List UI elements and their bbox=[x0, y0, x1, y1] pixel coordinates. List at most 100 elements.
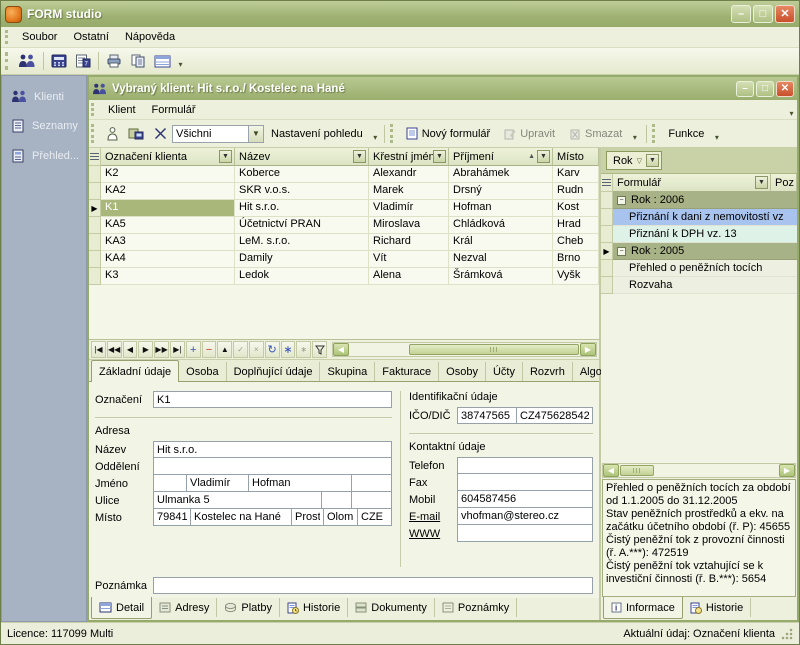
cell[interactable]: Král bbox=[449, 234, 553, 251]
cell[interactable]: Cheb bbox=[553, 234, 599, 251]
chevron-down-icon[interactable]: ▼ bbox=[537, 150, 550, 163]
filter-combobox[interactable]: Všichni ▼ bbox=[172, 125, 264, 143]
calculator-button[interactable] bbox=[47, 50, 71, 72]
cell[interactable]: Alexandr bbox=[369, 166, 449, 183]
tab-ucty[interactable]: Účty bbox=[486, 362, 523, 381]
new-form-button[interactable]: Nový formulář bbox=[399, 123, 497, 145]
sidebar-item-seznamy[interactable]: Seznamy bbox=[2, 119, 86, 133]
cell[interactable]: Chládková bbox=[449, 217, 553, 234]
kraj-field[interactable] bbox=[324, 509, 358, 526]
group-overflow-chevron[interactable]: ▾ bbox=[629, 124, 640, 144]
tab-detail[interactable]: Detail bbox=[91, 597, 152, 619]
person-view-button[interactable] bbox=[100, 123, 124, 145]
table-button[interactable] bbox=[150, 50, 175, 72]
lists-button[interactable]: 7 bbox=[71, 50, 95, 72]
toolbar-overflow-chevron[interactable]: ▾ bbox=[175, 51, 186, 71]
nav-bookmark-button[interactable]: ∗ bbox=[281, 341, 296, 358]
cell[interactable]: KA2 bbox=[101, 183, 235, 200]
grid-corner-button[interactable] bbox=[601, 174, 613, 192]
cell[interactable]: Nezval bbox=[449, 251, 553, 268]
cislo-orientacni-field[interactable] bbox=[352, 492, 392, 509]
cell[interactable]: K3 bbox=[101, 268, 235, 285]
scroll-right-icon[interactable]: ▶ bbox=[580, 343, 596, 356]
tab-osoba[interactable]: Osoba bbox=[179, 362, 226, 381]
cell[interactable]: Damily bbox=[235, 251, 369, 268]
toolbar-grip[interactable] bbox=[91, 124, 96, 143]
menubar-grip[interactable] bbox=[5, 30, 10, 44]
grid-corner-button[interactable] bbox=[89, 148, 101, 166]
menubar-overflow-chevron[interactable]: ▾ bbox=[786, 100, 797, 120]
collapse-icon[interactable]: − bbox=[617, 247, 626, 256]
delete-button[interactable]: Smazat bbox=[562, 123, 629, 145]
column-header-prijmeni[interactable]: Příjmení▲▼ bbox=[449, 148, 553, 166]
group-overflow-chevron[interactable]: ▾ bbox=[370, 124, 381, 144]
cell[interactable]: Hrad bbox=[553, 217, 599, 234]
tab-info-historie[interactable]: Historie bbox=[683, 598, 751, 617]
forms-horizontal-scrollbar[interactable]: ◀ ▶ bbox=[602, 463, 796, 478]
www-link-label[interactable]: WWW bbox=[409, 527, 457, 540]
cell[interactable]: Abrahámek bbox=[449, 166, 553, 183]
nav-first-button[interactable]: |◀ bbox=[91, 341, 106, 358]
child-close-button[interactable]: ✕ bbox=[776, 81, 794, 97]
cell[interactable]: Alena bbox=[369, 268, 449, 285]
nav-edit-button[interactable]: ▲ bbox=[217, 341, 232, 358]
prijmeni-field[interactable] bbox=[249, 475, 352, 492]
minimize-button[interactable]: – bbox=[731, 5, 751, 23]
cell[interactable]: Brno bbox=[553, 251, 599, 268]
cell[interactable]: SKR v.o.s. bbox=[235, 183, 369, 200]
poznamka-field[interactable] bbox=[153, 577, 593, 594]
email-link-label[interactable]: E-mail bbox=[409, 510, 457, 523]
menu-ostatni[interactable]: Ostatní bbox=[65, 29, 116, 45]
cell[interactable]: Šrámková bbox=[449, 268, 553, 285]
jmeno-field[interactable] bbox=[187, 475, 249, 492]
cell[interactable]: Vyšk bbox=[553, 268, 599, 285]
mesto-field[interactable] bbox=[191, 509, 292, 526]
scrollbar-thumb[interactable] bbox=[409, 344, 579, 355]
cell[interactable]: Rudn bbox=[553, 183, 599, 200]
column-header-oznaceni[interactable]: Označení klienta▼ bbox=[101, 148, 235, 166]
group-overflow-chevron[interactable]: ▾ bbox=[711, 124, 722, 144]
tab-fakturace[interactable]: Fakturace bbox=[375, 362, 439, 381]
cell[interactable]: KA3 bbox=[101, 234, 235, 251]
cell[interactable]: Vladimír bbox=[369, 200, 449, 217]
ico-field[interactable] bbox=[457, 407, 517, 424]
form-row[interactable]: Přiznání k DPH vz. 13 bbox=[613, 226, 797, 243]
form-row[interactable]: Rozvaha bbox=[613, 277, 797, 294]
chevron-down-icon[interactable]: ▼ bbox=[248, 126, 263, 142]
nav-prior-button[interactable]: ◀ bbox=[123, 341, 138, 358]
form-row-selected[interactable]: Přiznání k dani z nemovitostí vz bbox=[613, 209, 797, 226]
nav-insert-button[interactable]: + bbox=[186, 341, 201, 358]
menu-soubor[interactable]: Soubor bbox=[14, 29, 65, 45]
group-row-2005[interactable]: − Rok : 2005 bbox=[613, 243, 797, 260]
cell[interactable]: Kost bbox=[553, 200, 599, 217]
selected-cell[interactable]: K1 bbox=[101, 200, 235, 217]
menubar-grip[interactable] bbox=[91, 103, 96, 116]
okres-field[interactable] bbox=[292, 509, 324, 526]
cell[interactable]: KA5 bbox=[101, 217, 235, 234]
email-field[interactable] bbox=[457, 508, 593, 525]
nav-delete-button[interactable]: − bbox=[202, 341, 217, 358]
telefon-field[interactable] bbox=[457, 457, 593, 474]
cell[interactable]: Marek bbox=[369, 183, 449, 200]
resize-grip[interactable] bbox=[781, 628, 793, 640]
titul2-field[interactable] bbox=[352, 475, 392, 492]
stat-field[interactable] bbox=[358, 509, 392, 526]
dic-field[interactable] bbox=[517, 407, 593, 424]
tab-doplnujici-udaje[interactable]: Doplňující údaje bbox=[227, 362, 321, 381]
chevron-down-icon[interactable]: ▼ bbox=[646, 154, 659, 167]
tab-informace[interactable]: i Informace bbox=[603, 597, 683, 619]
fax-field[interactable] bbox=[457, 474, 593, 491]
cell[interactable]: Ledok bbox=[235, 268, 369, 285]
toolbar-grip[interactable] bbox=[390, 124, 395, 143]
collapse-icon[interactable]: − bbox=[617, 196, 626, 205]
tab-osoby[interactable]: Osoby bbox=[439, 362, 486, 381]
tab-historie[interactable]: Historie bbox=[280, 598, 348, 617]
tab-poznamky[interactable]: Poznámky bbox=[435, 598, 517, 617]
tab-zakladni-udaje[interactable]: Základní údaje bbox=[91, 360, 179, 382]
nav-next-button[interactable]: ▶ bbox=[138, 341, 153, 358]
tab-skupina[interactable]: Skupina bbox=[320, 362, 375, 381]
nazev-field[interactable] bbox=[153, 441, 392, 458]
sidebar-item-prehled[interactable]: Přehled... bbox=[2, 149, 86, 163]
organization-view-button[interactable] bbox=[124, 123, 148, 145]
print-button[interactable] bbox=[102, 50, 126, 72]
